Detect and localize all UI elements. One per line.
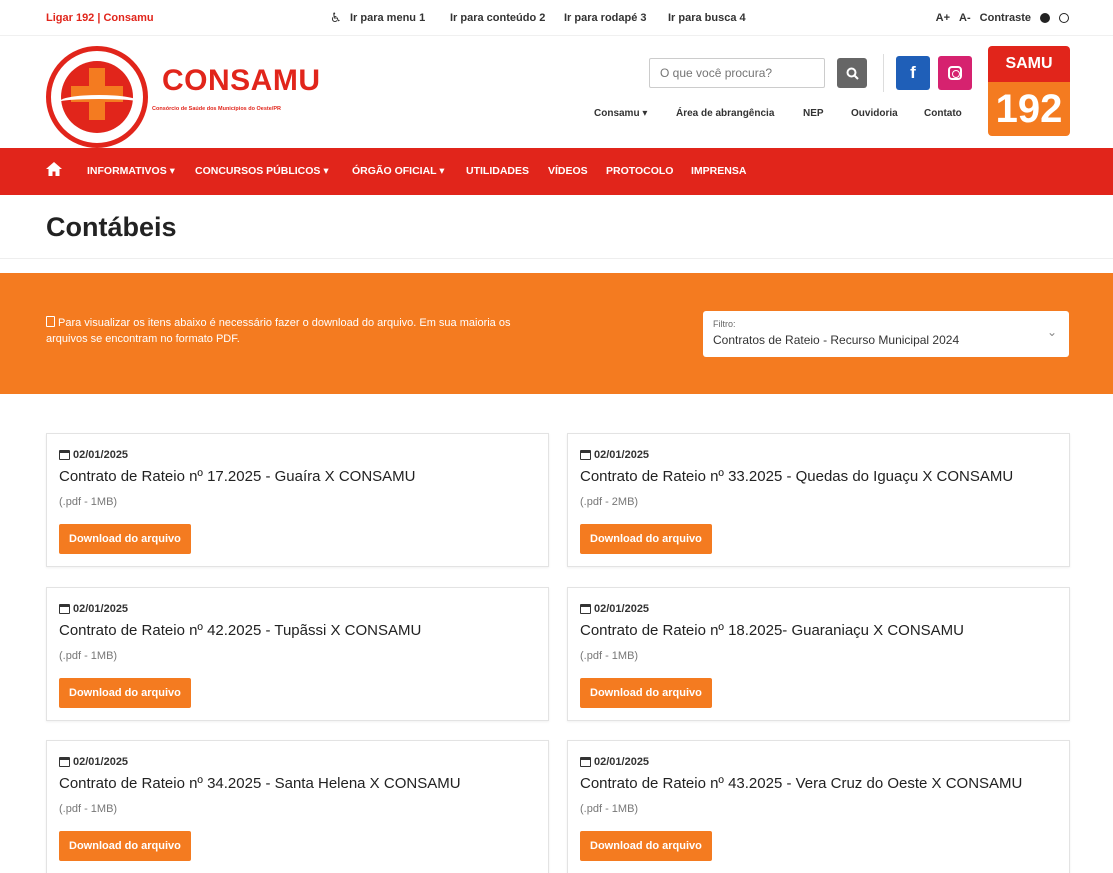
- facebook-icon[interactable]: f: [896, 56, 930, 90]
- document-title: Contrato de Rateio nº 17.2025 - Guaíra X…: [59, 468, 416, 485]
- title-divider: [0, 258, 1113, 259]
- document-card: 02/01/2025 Contrato de Rateio nº 17.2025…: [46, 433, 549, 567]
- document-date: 02/01/2025: [580, 756, 649, 768]
- skip-to-footer-link[interactable]: Ir para rodapé 3: [564, 12, 647, 24]
- samu-192-badge[interactable]: SAMU 192: [988, 46, 1070, 136]
- download-button[interactable]: Download do arquivo: [59, 831, 191, 861]
- filter-select[interactable]: Filtro: Contratos de Rateio - Recurso Mu…: [703, 311, 1069, 357]
- document-date: 02/01/2025: [59, 603, 128, 615]
- samu-number: 192: [988, 82, 1070, 136]
- download-button[interactable]: Download do arquivo: [580, 678, 712, 708]
- filter-label: Filtro:: [713, 319, 736, 329]
- search-button[interactable]: [837, 58, 867, 88]
- brand-subtitle: Consórcio de Saúde dos Municípios do Oes…: [152, 106, 281, 112]
- document-title: Contrato de Rateio nº 34.2025 - Santa He…: [59, 775, 461, 792]
- document-file-info: (.pdf - 1MB): [59, 496, 118, 508]
- calendar-icon: [580, 450, 591, 460]
- document-date-text: 02/01/2025: [73, 449, 129, 461]
- header-nav-contato[interactable]: Contato: [924, 108, 962, 119]
- search-input[interactable]: [649, 58, 825, 88]
- filter-value: Contratos de Rateio - Recurso Municipal …: [713, 333, 960, 347]
- calendar-icon: [59, 757, 70, 767]
- document-card: 02/01/2025 Contrato de Rateio nº 34.2025…: [46, 740, 549, 873]
- call-192-link[interactable]: Ligar 192 | Consamu: [46, 12, 154, 24]
- document-file-info: (.pdf - 1MB): [580, 803, 639, 815]
- search-icon: [846, 67, 859, 80]
- document-date: 02/01/2025: [580, 603, 649, 615]
- download-button[interactable]: Download do arquivo: [59, 524, 191, 554]
- calendar-icon: [59, 450, 70, 460]
- nav-videos[interactable]: VÍDEOS: [548, 165, 588, 177]
- contrast-light-toggle[interactable]: [1059, 13, 1069, 23]
- calendar-icon: [580, 604, 591, 614]
- document-title: Contrato de Rateio nº 33.2025 - Quedas d…: [580, 468, 1014, 485]
- consamu-logo-icon[interactable]: [46, 46, 148, 148]
- chevron-down-icon: ⌄: [1046, 325, 1057, 339]
- document-date: 02/01/2025: [580, 449, 649, 461]
- calendar-icon: [580, 757, 591, 767]
- brand-name[interactable]: CONSAMU: [162, 64, 321, 98]
- document-card: 02/01/2025 Contrato de Rateio nº 18.2025…: [567, 587, 1070, 721]
- accessibility-bar: Ligar 192 | Consamu ♿ Ir para menu 1 Ir …: [0, 0, 1113, 36]
- document-title: Contrato de Rateio nº 43.2025 - Vera Cru…: [580, 775, 1023, 792]
- download-button[interactable]: Download do arquivo: [580, 831, 712, 861]
- home-icon[interactable]: [46, 162, 62, 181]
- skip-to-search-link[interactable]: Ir para busca 4: [668, 12, 746, 24]
- instagram-button[interactable]: [938, 56, 972, 90]
- contrast-dark-toggle[interactable]: [1040, 13, 1050, 23]
- skip-to-menu-link[interactable]: Ir para menu 1: [350, 12, 425, 24]
- document-file-info: (.pdf - 1MB): [580, 650, 639, 662]
- document-file-info: (.pdf - 1MB): [59, 803, 118, 815]
- accessibility-icon: ♿: [330, 10, 342, 25]
- nav-informativos[interactable]: INFORMATIVOS ▾: [87, 165, 175, 177]
- page-title: Contábeis: [46, 212, 177, 242]
- header-nav-nep[interactable]: NEP: [803, 108, 824, 119]
- nav-concursos-publicos[interactable]: CONCURSOS PÚBLICOS ▾: [195, 165, 329, 177]
- document-date: 02/01/2025: [59, 449, 128, 461]
- document-date-text: 02/01/2025: [594, 756, 650, 768]
- document-title: Contrato de Rateio nº 42.2025 - Tupãssi …: [59, 622, 422, 639]
- site-header: CONSAMU Consórcio de Saúde dos Município…: [0, 36, 1113, 148]
- header-divider: [883, 54, 884, 92]
- download-button[interactable]: Download do arquivo: [580, 524, 712, 554]
- document-date-text: 02/01/2025: [73, 756, 129, 768]
- nav-protocolo[interactable]: PROTOCOLO: [606, 165, 673, 177]
- instagram-icon: [948, 66, 962, 80]
- document-file-info: (.pdf - 2MB): [580, 496, 639, 508]
- samu-label: SAMU: [988, 46, 1070, 82]
- document-file-info: (.pdf - 1MB): [59, 650, 118, 662]
- document-date: 02/01/2025: [59, 756, 128, 768]
- download-button[interactable]: Download do arquivo: [59, 678, 191, 708]
- nav-utilidades[interactable]: UTILIDADES: [466, 165, 529, 177]
- download-notice: Para visualizar os itens abaixo é necess…: [46, 315, 536, 347]
- document-title: Contrato de Rateio nº 18.2025- Guaraniaç…: [580, 622, 965, 639]
- contrast-label: Contraste: [979, 12, 1031, 24]
- info-banner: Para visualizar os itens abaixo é necess…: [0, 273, 1113, 394]
- header-nav-area[interactable]: Área de abrangência: [676, 108, 774, 119]
- document-card: 02/01/2025 Contrato de Rateio nº 33.2025…: [567, 433, 1070, 567]
- nav-orgao-oficial[interactable]: ÓRGÃO OFICIAL ▾: [352, 165, 445, 177]
- download-notice-text: Para visualizar os itens abaixo é necess…: [46, 317, 511, 345]
- skip-to-content-link[interactable]: Ir para conteúdo 2: [450, 12, 545, 24]
- font-decrease-button[interactable]: A-: [959, 12, 971, 24]
- document-card: 02/01/2025 Contrato de Rateio nº 42.2025…: [46, 587, 549, 721]
- file-icon: [46, 316, 55, 327]
- document-date-text: 02/01/2025: [594, 449, 650, 461]
- header-nav-ouvidoria[interactable]: Ouvidoria: [851, 108, 898, 119]
- nav-imprensa[interactable]: IMPRENSA: [691, 165, 746, 177]
- header-nav-consamu[interactable]: Consamu ▾: [594, 108, 647, 119]
- accessibility-controls: A+ A- Contraste: [936, 12, 1069, 24]
- document-date-text: 02/01/2025: [73, 603, 129, 615]
- main-navigation: INFORMATIVOS ▾ CONCURSOS PÚBLICOS ▾ ÓRGÃ…: [0, 148, 1113, 195]
- font-increase-button[interactable]: A+: [936, 12, 950, 24]
- calendar-icon: [59, 604, 70, 614]
- document-date-text: 02/01/2025: [594, 603, 650, 615]
- document-card: 02/01/2025 Contrato de Rateio nº 43.2025…: [567, 740, 1070, 873]
